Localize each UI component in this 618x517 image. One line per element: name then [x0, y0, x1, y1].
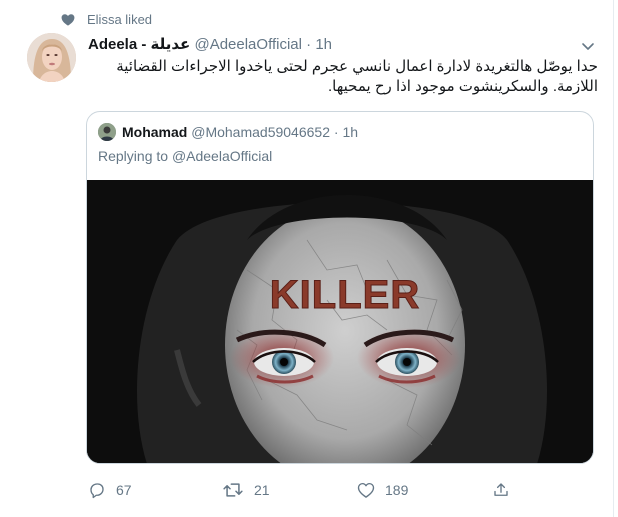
like-button[interactable]: 189: [357, 481, 408, 499]
quoted-handle[interactable]: @Mohamad59046652: [191, 124, 330, 140]
quoted-display-name[interactable]: Mohamad: [122, 124, 187, 140]
like-icon: [357, 481, 375, 499]
column-border: [613, 0, 614, 517]
quoted-image[interactable]: KILLER: [87, 180, 593, 463]
quoted-tweet[interactable]: Mohamad @Mohamad59046652 · 1h Replying t…: [86, 111, 594, 464]
handle[interactable]: @AdeelaOfficial: [194, 36, 302, 53]
retweet-count: 21: [254, 482, 270, 498]
quoted-header: Mohamad @Mohamad59046652 · 1h: [122, 124, 358, 140]
killer-text: KILLER: [269, 273, 420, 318]
quoted-avatar[interactable]: [98, 123, 116, 141]
tweet-header: Adeela - عديلة @AdeelaOfficial · 1h: [88, 35, 332, 55]
reply-button[interactable]: 67: [88, 481, 132, 499]
separator-dot: ·: [306, 36, 312, 53]
retweet-icon: [222, 481, 244, 499]
social-context-text: Elissa liked: [87, 12, 153, 27]
reply-icon: [88, 481, 106, 499]
heart-icon: [61, 13, 75, 29]
timestamp[interactable]: 1h: [315, 36, 332, 53]
quoted-separator-dot: ·: [333, 124, 339, 140]
like-count: 189: [385, 482, 409, 498]
retweet-button[interactable]: 21: [222, 481, 270, 499]
share-icon: [492, 481, 510, 499]
chevron-down-icon[interactable]: [580, 38, 596, 54]
svg-text:KILLER: KILLER: [270, 273, 420, 317]
display-name[interactable]: Adeela - عديلة: [88, 36, 190, 53]
tweet-actions: 67 21 189: [0, 481, 618, 501]
share-button[interactable]: [492, 481, 510, 499]
avatar[interactable]: [27, 33, 76, 82]
quoted-timestamp[interactable]: 1h: [342, 124, 358, 140]
reply-count: 67: [116, 482, 132, 498]
replying-mention[interactable]: @AdeelaOfficial: [172, 148, 272, 164]
tweet-text: حدا يوصّل هالتغريدة لادارة اعمال نانسي ع…: [116, 58, 598, 95]
replying-to: Replying to @AdeelaOfficial: [98, 148, 272, 164]
replying-prefix: Replying to: [98, 148, 169, 164]
